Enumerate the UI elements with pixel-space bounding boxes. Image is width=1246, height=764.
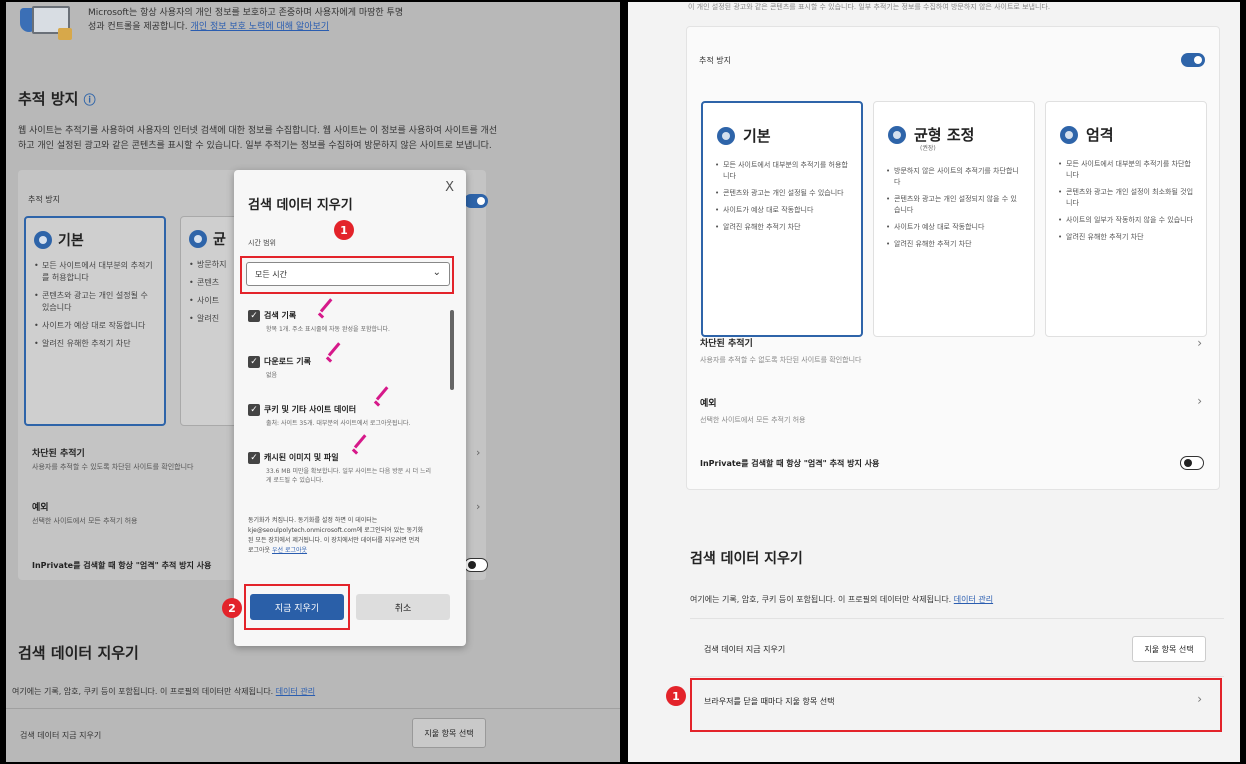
inprivate-label: InPrivate를 검색할 때 항상 "엄격" 추적 방지 사용 [700, 459, 880, 468]
checkbox-checked-icon: ✓ [248, 356, 260, 368]
clear-data-dialog: 검색 데이터 지우기 X 시간 범위 모든 시간 ⌄ 1 ✓ 검색 기록 항목 1… [222, 170, 466, 646]
list-item: 콘텐츠와 광고는 개인 설정될 수 있습니다 [715, 188, 849, 199]
checkbox-checked-icon: ✓ [248, 404, 260, 416]
list-item: 사이트의 일부가 작동하지 않을 수 있습니다 [1058, 215, 1194, 226]
cancel-button[interactable]: 취소 [356, 594, 450, 620]
strict-icon [1060, 125, 1078, 144]
divider [6, 708, 620, 709]
manage-data-link[interactable]: 데이터 관리 [954, 595, 993, 604]
exceptions-row[interactable]: 예외 선택한 사이트에서 모든 추적기 허용 [700, 396, 806, 425]
card-strict[interactable]: 엄격 모든 사이트에서 대부분의 추적기를 차단합니다 콘텐츠와 광고는 개인 … [1045, 101, 1207, 337]
basic-icon [717, 126, 735, 145]
step-badge-1: 1 [334, 220, 354, 240]
list-item: 사이트가 예상 대로 작동합니다 [715, 205, 849, 216]
step-badge-2: 2 [222, 598, 242, 618]
time-range-label: 시간 범위 [248, 239, 276, 247]
left-panel: Microsoft는 항상 사용자의 개인 정보를 보호하고 존중하며 사용자에… [6, 2, 620, 762]
list-item: 사이트가 예상 대로 작동합니다 [34, 320, 156, 332]
chevron-right-icon: › [476, 500, 481, 513]
list-item: 알려진 유해한 추적기 차단 [886, 239, 1022, 250]
clear-now-label: 검색 데이터 지금 지우기 [20, 731, 102, 740]
card-balanced[interactable]: 균형 조정 (권장) 방문하지 않은 사이트의 추적기를 차단합니다 콘텐츠와 … [873, 101, 1035, 337]
privacy-link[interactable]: 개인 정보 보호 노력에 대해 알아보기 [191, 22, 330, 32]
tracking-toggle[interactable] [1181, 53, 1205, 67]
checkbox-checked-icon: ✓ [248, 310, 260, 322]
checkbox-cookies[interactable]: ✓ 쿠키 및 기타 사이트 데이터 출처: 사이트 35개. 대부분의 사이트에서… [248, 404, 448, 428]
inprivate-toggle[interactable] [1180, 456, 1204, 470]
screenshot-frame: Microsoft는 항상 사용자의 개인 정보를 보호하고 존중하며 사용자에… [0, 0, 1246, 764]
card-basic[interactable]: 기본 모든 사이트에서 대부분의 추적기를 허용합니다 콘텐츠와 광고는 개인 … [24, 216, 166, 426]
card-title: 엄격 [1086, 126, 1114, 144]
list-item: 모든 사이트에서 대부분의 추적기를 허용합니다 [715, 160, 849, 182]
list-item: 알려진 유해한 추적기 차단 [1058, 232, 1194, 243]
manage-data-link[interactable]: 데이터 관리 [276, 687, 315, 696]
list-item: 모든 사이트에서 대부분의 추적기를 차단합니다 [1058, 159, 1194, 181]
checkmark-annotation-icon [374, 396, 392, 410]
choose-items-button[interactable]: 지울 항목 선택 [1132, 636, 1206, 662]
clear-heading: 검색 데이터 지우기 [690, 551, 803, 567]
cut-text: 이 개인 설정된 광고와 같은 콘텐츠를 표시할 수 있습니다. 일부 추적기는… [688, 3, 1051, 11]
card-title: 균형 조정 [914, 126, 975, 144]
annotation-box-2 [244, 584, 350, 630]
clear-heading: 검색 데이터 지우기 [18, 644, 139, 662]
privacy-banner: Microsoft는 항상 사용자의 개인 정보를 보호하고 존중하며 사용자에… [18, 6, 448, 44]
inprivate-toggle[interactable] [464, 558, 488, 572]
checkbox-downloads[interactable]: ✓ 다운로드 기록 없음 [248, 356, 448, 380]
clear-description: 여기에는 기록, 암호, 쿠키 등이 포함됩니다. 이 프로필의 데이터만 삭제… [12, 687, 316, 696]
exceptions-row[interactable]: 예외 선택한 사이트에서 모든 추적기 허용 [32, 500, 138, 526]
tracking-label: 추적 방지 [28, 195, 60, 204]
sync-note: 동기화가 켜집니다. 동기화를 설정 하면 이 데이터는 kje@seoulpo… [248, 517, 424, 554]
list-item: 모든 사이트에서 대부분의 추적기를 허용합니다 [34, 260, 156, 284]
chevron-right-icon: › [1197, 336, 1202, 350]
divider [690, 676, 1224, 677]
right-panel: 이 개인 설정된 광고와 같은 콘텐츠를 표시할 수 있습니다. 일부 추적기는… [628, 2, 1240, 762]
list-item: 콘텐츠와 광고는 개인 설정될 수 있습니다 [34, 290, 156, 314]
checkbox-cache[interactable]: ✓ 캐시된 이미지 및 파일 33.6 MB 미만을 확보합니다. 일부 사이트는… [248, 452, 448, 485]
info-icon: ⓘ [83, 93, 96, 107]
annotation-box-1 [240, 256, 454, 294]
tracking-label: 추적 방지 [699, 56, 731, 65]
card-title: 기본 [743, 127, 771, 145]
list-item: 알려진 유해한 추적기 차단 [34, 338, 156, 350]
chevron-right-icon: › [1197, 394, 1202, 408]
choose-items-button[interactable]: 지울 항목 선택 [412, 718, 486, 748]
clear-description: 여기에는 기록, 암호, 쿠키 등이 포함됩니다. 이 프로필의 데이터만 삭제… [690, 595, 994, 604]
tracking-toggle[interactable] [464, 194, 488, 208]
annotation-box-1 [690, 678, 1222, 732]
close-icon[interactable]: X [445, 180, 454, 195]
list-item: 사이트가 예상 대로 작동합니다 [886, 222, 1022, 233]
dialog-title: 검색 데이터 지우기 [248, 198, 353, 213]
balanced-icon [189, 230, 207, 248]
card-basic-title: 기본 [58, 233, 84, 249]
blocked-trackers-row[interactable]: 차단된 추적기 사용자를 추적할 수 있도록 차단된 사이트를 확인합니다 [32, 446, 193, 472]
checkbox-history[interactable]: ✓ 검색 기록 항목 1개. 주소 표시줄에 자동 완성을 포함합니다. [248, 310, 448, 334]
list-item: 방문하지 않은 사이트의 추적기를 차단합니다 [886, 166, 1022, 188]
clear-now-label: 검색 데이터 지금 지우기 [704, 645, 786, 654]
privacy-illustration-icon [18, 6, 74, 44]
list-item: 콘텐츠와 광고는 개인 설정이 최소화될 것입니다 [1058, 187, 1194, 209]
checkmark-annotation-icon [326, 352, 344, 366]
balanced-icon [888, 125, 906, 144]
basic-icon [34, 231, 52, 249]
list-item: 콘텐츠와 광고는 개인 설정되지 않을 수 있습니다 [886, 194, 1022, 216]
blocked-trackers-row[interactable]: 차단된 추적기 사용자를 추적할 수 없도록 차단된 사이트를 확인합니다 [700, 336, 861, 365]
tracking-description: 웹 사이트는 추적기를 사용하여 사용자의 인터넷 검색에 대한 정보를 수집합… [18, 126, 498, 151]
tracking-heading: 추적 방지 ⓘ [18, 90, 96, 108]
chevron-right-icon: › [476, 446, 481, 459]
divider [690, 618, 1224, 619]
step-badge-1: 1 [666, 686, 686, 706]
card-basic[interactable]: 기본 모든 사이트에서 대부분의 추적기를 허용합니다 콘텐츠와 광고는 개인 … [701, 101, 863, 337]
checkmark-annotation-icon [352, 444, 370, 458]
inprivate-label: InPrivate를 검색할 때 항상 "엄격" 추적 방지 사용 [32, 561, 212, 570]
list-item: 알려진 유해한 추적기 차단 [715, 222, 849, 233]
card-balanced-title: 균 [213, 232, 226, 248]
banner-text: Microsoft는 항상 사용자의 개인 정보를 보호하고 존중하며 사용자에… [88, 8, 404, 32]
checkbox-checked-icon: ✓ [248, 452, 260, 464]
checkmark-annotation-icon [318, 308, 336, 322]
signout-link[interactable]: 우선 로그아웃 [272, 547, 307, 554]
dialog-scrollbar[interactable] [450, 310, 454, 390]
